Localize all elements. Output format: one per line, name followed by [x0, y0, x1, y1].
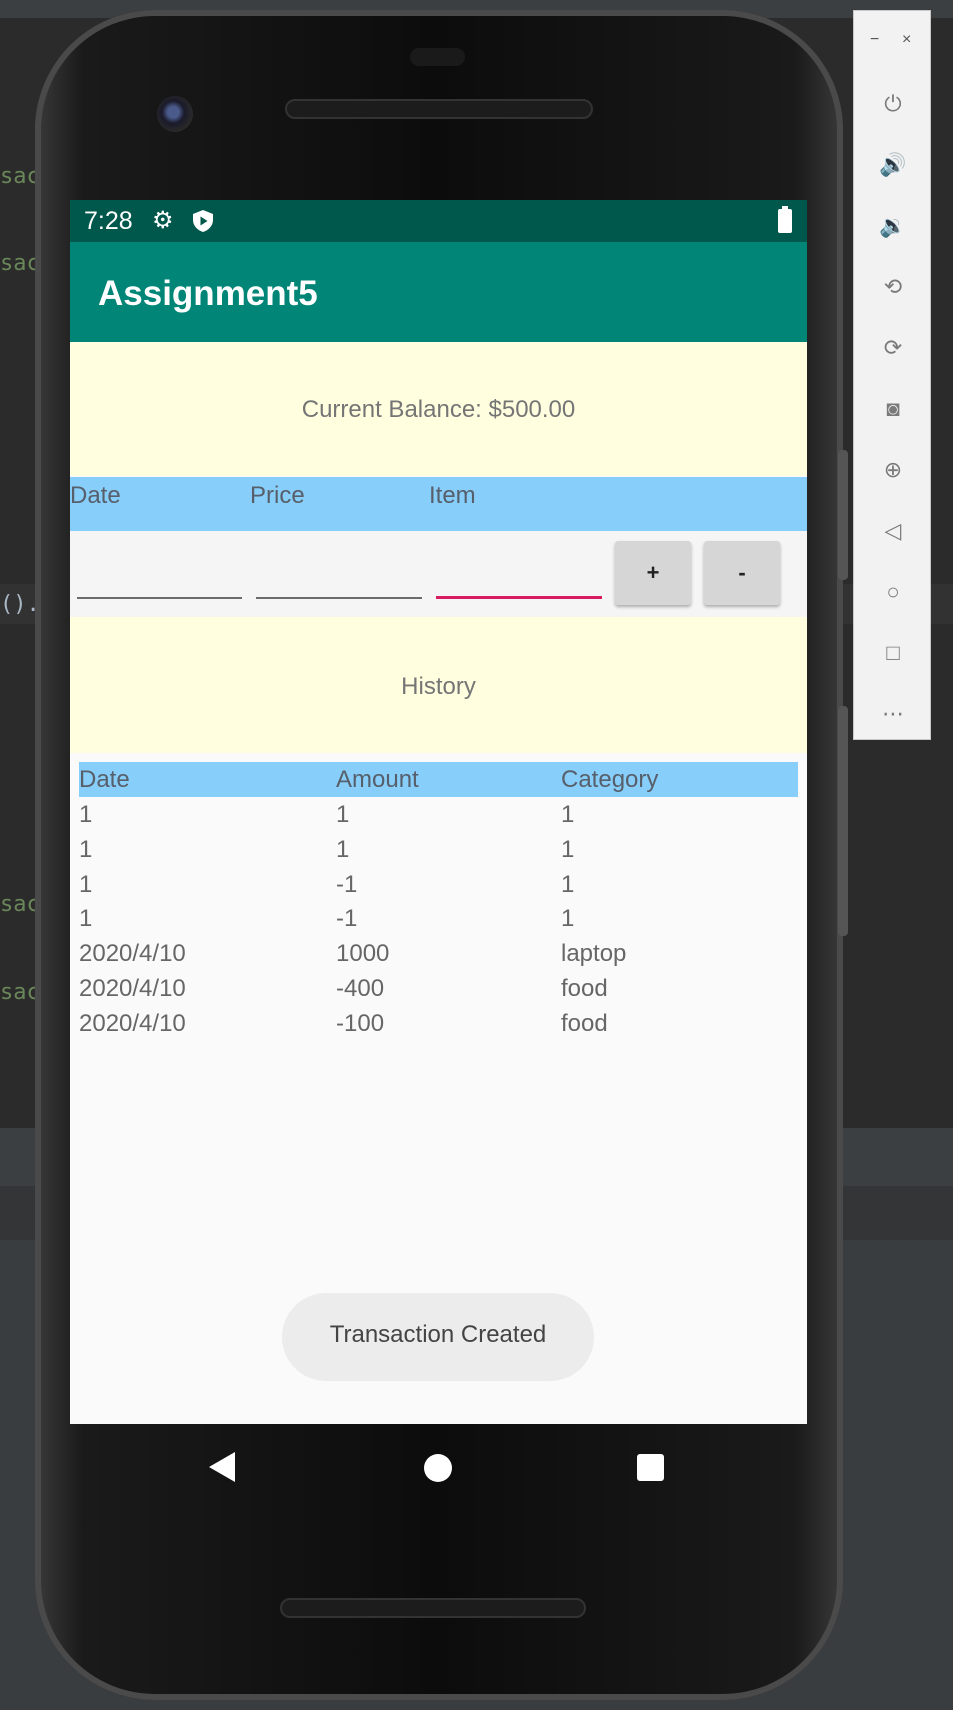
earpiece-speaker [285, 99, 593, 119]
cell-date: 2020/4/10 [79, 974, 186, 1002]
app-bar: Assignment5 [70, 242, 807, 342]
settings-gear-icon: ⚙ [152, 207, 174, 234]
table-row: 1 -1 1 [79, 901, 798, 936]
phone-volume-button[interactable] [838, 706, 848, 936]
cell-amount: -1 [336, 905, 358, 933]
toast-message: Transaction Created [282, 1293, 594, 1381]
app-title: Assignment5 [98, 274, 318, 313]
table-row: 2020/4/10 1000 laptop [79, 936, 798, 971]
code-fragment: sac [0, 892, 40, 917]
phone-power-button[interactable] [838, 450, 848, 580]
screenshot-icon[interactable]: ◙ [854, 396, 932, 422]
device-screen: 7:28 ⚙ Assignment5 Current Balance: $500… [70, 200, 807, 1424]
table-row: 1 1 1 [79, 797, 798, 832]
rotate-right-icon[interactable]: ⟳ [854, 335, 932, 361]
home-icon[interactable]: ○ [854, 579, 932, 605]
overview-icon[interactable]: □ [854, 640, 932, 666]
entry-header-price: Price [250, 482, 305, 509]
cell-category: food [561, 974, 608, 1002]
item-input[interactable] [436, 541, 602, 599]
table-row: 2020/4/10 -100 food [79, 1006, 798, 1041]
status-time: 7:28 [84, 207, 133, 235]
cell-amount: 1 [336, 835, 350, 863]
volume-down-icon[interactable]: 🔉 [854, 213, 932, 239]
shield-play-icon [193, 210, 213, 232]
minimize-button[interactable]: − [870, 31, 879, 49]
cell-amount: -1 [336, 870, 358, 898]
rotate-left-icon[interactable]: ⟲ [854, 274, 932, 300]
history-panel: History [70, 617, 807, 753]
cell-date: 2020/4/10 [79, 940, 186, 968]
nav-home-icon[interactable] [424, 1454, 452, 1482]
table-row: 1 1 1 [79, 832, 798, 867]
cell-date: 1 [79, 870, 93, 898]
entry-header-item: Item [429, 482, 476, 509]
cell-amount: -400 [336, 974, 385, 1002]
nav-back-icon[interactable] [209, 1452, 235, 1482]
cell-amount: 1 [336, 801, 350, 828]
emulator-toolbar: − × ⏻ 🔊 🔉 ⟲ ⟳ ◙ ⊕ ◁ ○ □ ⋯ [853, 10, 931, 740]
history-table-header: Date Amount Category [79, 762, 798, 797]
cell-amount: -100 [336, 1009, 385, 1037]
battery-icon [778, 206, 792, 233]
column-header-date: Date [79, 766, 130, 793]
current-balance-text: Current Balance: $500.00 [301, 396, 576, 423]
date-input[interactable] [77, 541, 242, 599]
column-header-category: Category [561, 766, 659, 793]
status-bar: 7:28 ⚙ [70, 200, 807, 242]
table-row: 1 -1 1 [79, 867, 798, 902]
toast-text: Transaction Created [329, 1321, 547, 1348]
more-icon[interactable]: ⋯ [854, 701, 932, 727]
cell-date: 2020/4/10 [79, 1009, 186, 1037]
price-input[interactable] [256, 541, 422, 599]
code-fragment: sac [0, 980, 40, 1005]
zoom-icon[interactable]: ⊕ [854, 457, 932, 483]
back-icon[interactable]: ◁ [854, 518, 932, 544]
balance-panel: Current Balance: $500.00 [70, 342, 807, 476]
entry-header-date: Date [70, 482, 121, 509]
cell-category: 1 [561, 905, 575, 933]
add-expense-button[interactable]: - [704, 541, 780, 605]
proximity-sensor [410, 48, 465, 66]
history-table-body: 1 1 1 1 1 1 1 -1 1 1 -1 1 2020/4/10 1000… [79, 797, 798, 1041]
cell-category: 1 [561, 801, 575, 828]
bottom-speaker [280, 1598, 586, 1618]
cell-category: laptop [561, 940, 627, 968]
add-income-button[interactable]: + [615, 541, 691, 605]
cell-category: 1 [561, 870, 575, 898]
cell-date: 1 [79, 835, 93, 863]
table-row: 2020/4/10 -400 food [79, 971, 798, 1006]
cell-category: food [561, 1009, 608, 1037]
column-header-amount: Amount [336, 766, 419, 793]
nav-recents-icon[interactable] [637, 1454, 664, 1481]
cell-date: 1 [79, 905, 93, 933]
entry-header: Date Price Item [70, 477, 807, 531]
code-fragment: (). [0, 592, 40, 617]
cell-category: 1 [561, 835, 575, 863]
code-fragment: sac [0, 164, 40, 189]
power-icon[interactable]: ⏻ [854, 91, 932, 117]
close-button[interactable]: × [902, 31, 911, 49]
cell-date: 1 [79, 801, 93, 828]
cell-amount: 1000 [336, 940, 390, 968]
front-camera-icon [157, 96, 193, 132]
entry-row: + - [70, 531, 807, 617]
history-title: History [401, 673, 476, 700]
volume-up-icon[interactable]: 🔊 [854, 152, 932, 178]
code-fragment: sac [0, 251, 40, 276]
